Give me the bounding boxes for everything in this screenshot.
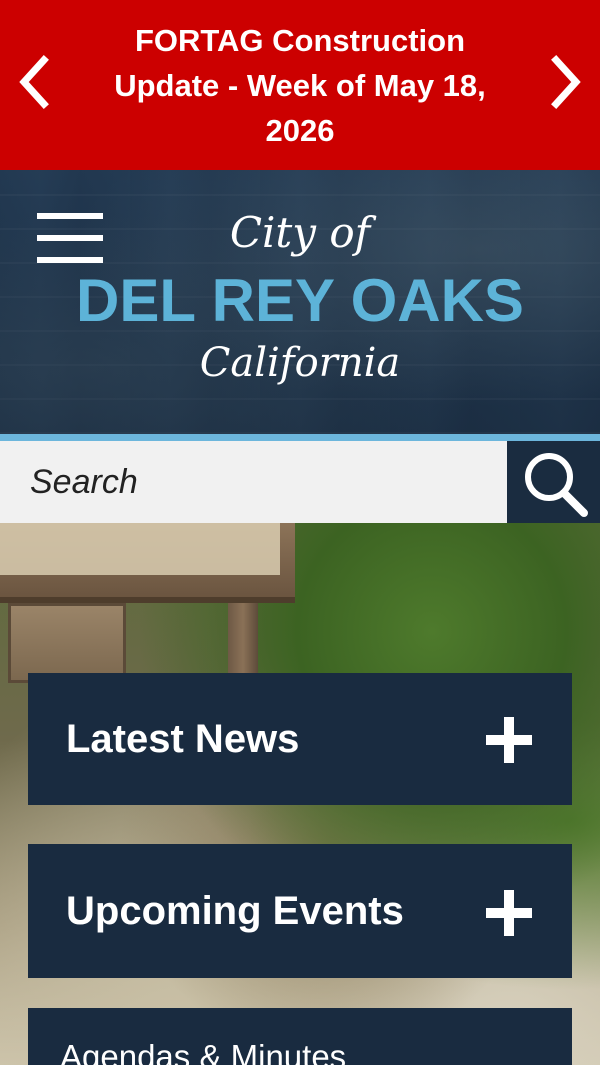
search-icon	[525, 453, 588, 517]
site-header: City of DEL REY OAKS California	[0, 170, 600, 434]
agendas-minutes-title: Agendas & Minutes	[60, 1038, 347, 1065]
search-button[interactable]	[507, 441, 600, 523]
trail-sign-board	[0, 523, 295, 603]
chevron-left-icon[interactable]	[14, 52, 54, 112]
chevron-right-icon[interactable]	[546, 52, 586, 112]
header-divider	[0, 434, 600, 441]
logo-city-of: City of	[229, 208, 371, 257]
plus-icon[interactable]	[486, 890, 532, 936]
latest-news-title: Latest News	[66, 716, 300, 761]
site-logo[interactable]: City of DEL REY OAKS California	[60, 200, 540, 400]
plus-icon[interactable]	[486, 717, 532, 763]
upcoming-events-title: Upcoming Events	[66, 888, 404, 933]
logo-state: California	[199, 340, 401, 386]
upcoming-events-panel[interactable]: Upcoming Events	[28, 844, 572, 978]
search-bar	[0, 441, 600, 523]
trail-marker-sign	[8, 603, 126, 683]
search-input[interactable]	[0, 441, 507, 523]
alert-banner: FORTAG Construction Update - Week of May…	[0, 0, 600, 170]
agendas-minutes-panel[interactable]: Agendas & Minutes	[28, 1008, 572, 1065]
alert-link[interactable]: FORTAG Construction Update - Week of May…	[80, 18, 520, 153]
latest-news-panel[interactable]: Latest News	[28, 673, 572, 805]
logo-city-name: DEL REY OAKS	[76, 267, 524, 334]
